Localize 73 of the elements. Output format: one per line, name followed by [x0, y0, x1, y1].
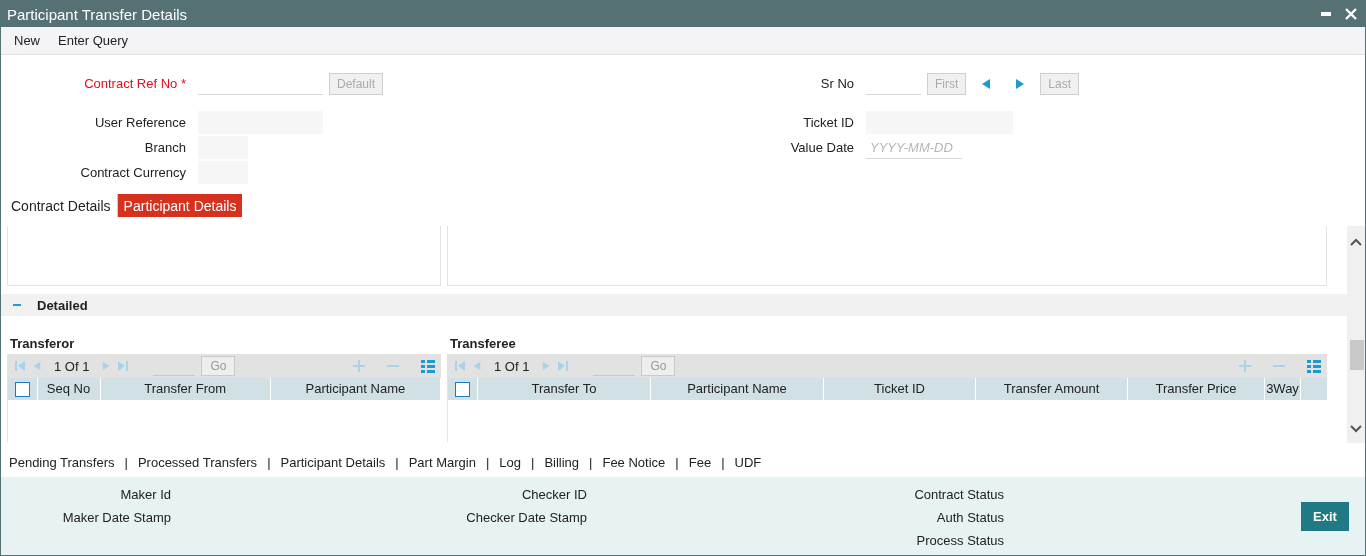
scrollbar[interactable]: [1347, 226, 1365, 443]
add-icon[interactable]: [1239, 360, 1251, 372]
select-all-checkbox[interactable]: [14, 381, 30, 397]
audit-label: Checker ID: [521, 487, 587, 503]
close-icon[interactable]: [1345, 8, 1357, 20]
column-header: Participant Name: [651, 378, 824, 400]
previous-icon[interactable]: [980, 77, 993, 90]
footer-link[interactable]: Fee Notice: [602, 454, 666, 470]
footer-link[interactable]: Participant Details: [280, 454, 386, 470]
list-icon[interactable]: [1307, 359, 1321, 373]
link-separator: |: [531, 454, 535, 470]
field-label: Value Date: [789, 140, 855, 155]
window-title: Participant Transfer Details: [7, 5, 188, 23]
audit-label: Contract Status: [914, 487, 1004, 503]
link-separator: |: [721, 454, 725, 470]
column-header: 3Way: [1265, 378, 1301, 400]
link-separator: |: [267, 454, 271, 470]
collapse-icon[interactable]: [13, 301, 21, 309]
footer-link[interactable]: Fee: [688, 454, 712, 470]
link-separator: |: [485, 454, 490, 470]
audit-label: Maker Id: [120, 487, 171, 503]
scroll-thumb[interactable]: [1350, 340, 1364, 370]
footer-link[interactable]: Pending Transfers: [9, 454, 115, 470]
first-page-icon[interactable]: [14, 360, 26, 372]
previous-page-icon[interactable]: [32, 360, 42, 372]
link-separator: |: [675, 454, 679, 470]
column-header: Transfer Price: [1128, 378, 1265, 400]
link-separator: |: [124, 454, 128, 470]
page-count: 1 Of 1: [494, 358, 530, 374]
field-label: Contract Currency: [79, 165, 187, 180]
field-label: Ticket ID: [802, 115, 855, 130]
next-page-icon[interactable]: [101, 360, 112, 372]
tab[interactable]: Contract Details: [5, 194, 118, 217]
page-count: 1 Of 1: [54, 358, 90, 374]
column-header: Transfer From: [100, 378, 271, 400]
footer-link[interactable]: Processed Transfers: [137, 454, 258, 470]
tab[interactable]: Participant Details: [117, 194, 243, 217]
column-header: Participant Name: [270, 378, 441, 400]
list-icon[interactable]: [421, 359, 435, 373]
column-header: Ticket ID: [824, 378, 976, 400]
menu-item[interactable]: New: [14, 33, 40, 48]
footer-link[interactable]: Part Margin: [408, 454, 476, 470]
footer-link[interactable]: Log: [499, 454, 521, 470]
field-label: Contract Ref No *: [83, 76, 187, 91]
link-separator: |: [395, 454, 399, 470]
last-page-icon[interactable]: [557, 360, 570, 372]
field-label: Branch: [143, 140, 187, 155]
minimize-icon[interactable]: [1321, 12, 1331, 16]
next-page-icon[interactable]: [541, 360, 552, 372]
column-header: Seq No: [37, 378, 101, 400]
audit-label: Auth Status: [936, 510, 1004, 526]
add-icon[interactable]: [353, 360, 365, 372]
last-page-icon[interactable]: [117, 360, 130, 372]
select-all-checkbox[interactable]: [455, 381, 470, 397]
previous-page-icon[interactable]: [472, 360, 482, 372]
section-title: Detailed: [37, 297, 88, 313]
scroll-up-icon[interactable]: [1350, 238, 1362, 246]
audit-label: Process Status: [916, 533, 1004, 549]
grid-title: Transferee: [449, 336, 517, 353]
grid-title: Transferor: [9, 336, 76, 353]
link-separator: |: [589, 454, 593, 470]
audit-label: Checker Date Stamp: [466, 510, 587, 526]
first-page-icon[interactable]: [454, 360, 466, 372]
audit-label: Maker Date Stamp: [62, 510, 171, 526]
footer-link[interactable]: UDF: [734, 454, 762, 470]
footer-link[interactable]: Billing: [544, 454, 580, 470]
column-header: Transfer To: [478, 378, 651, 400]
menu-item[interactable]: Enter Query: [58, 33, 129, 48]
scroll-down-icon[interactable]: [1350, 425, 1362, 433]
column-header: Transfer Amount: [976, 378, 1128, 400]
field-label: User Reference: [93, 115, 187, 130]
exit-button[interactable]: Exit: [1301, 502, 1349, 531]
field-label: Sr No: [819, 76, 855, 91]
